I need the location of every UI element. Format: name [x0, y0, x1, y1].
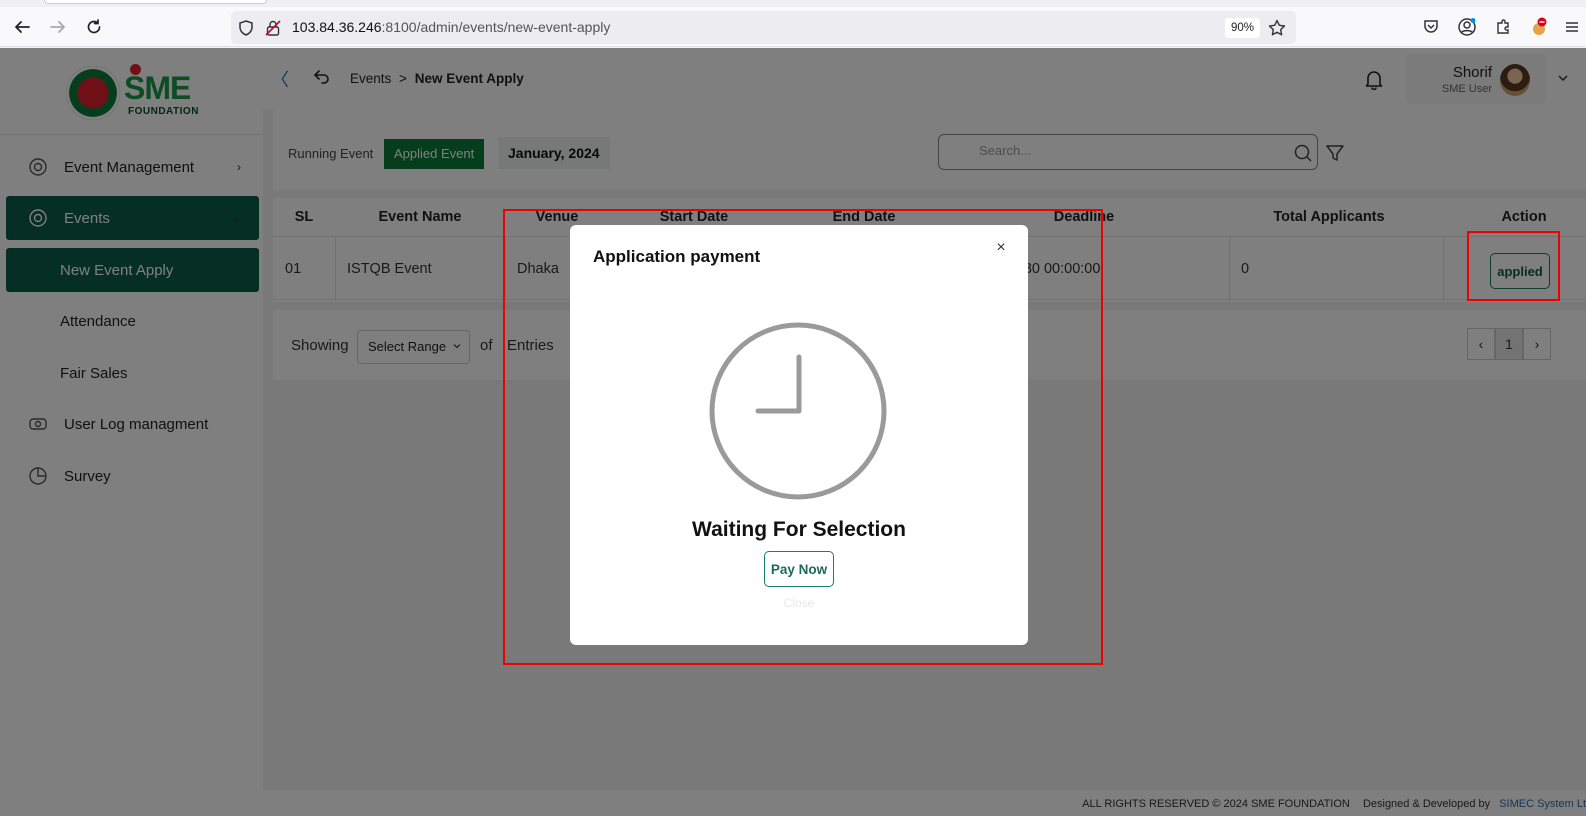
browser-toolbar: 103.84.36.246:8100/admin/events/new-even…: [0, 7, 1586, 47]
payment-modal: Application payment × Waiting For Select…: [570, 225, 1028, 645]
pay-now-button[interactable]: Pay Now: [764, 551, 834, 587]
clock-icon: [709, 322, 887, 500]
close-icon[interactable]: ×: [992, 239, 1010, 257]
zoom-level-badge[interactable]: 90%: [1225, 18, 1261, 38]
hamburger-menu-icon[interactable]: [1560, 15, 1584, 39]
url-text: 103.84.36.246:8100/admin/events/new-even…: [292, 19, 611, 35]
address-bar[interactable]: 103.84.36.246:8100/admin/events/new-even…: [231, 11, 1296, 44]
browser-tab-strip: [0, 0, 1586, 7]
bookmark-star-icon[interactable]: [1267, 18, 1287, 38]
account-icon[interactable]: [1455, 15, 1479, 39]
extensions-icon[interactable]: [1491, 15, 1515, 39]
reload-icon[interactable]: [82, 15, 106, 39]
addon-badge-icon[interactable]: [1527, 15, 1551, 39]
modal-title: Application payment: [593, 247, 761, 266]
shield-icon[interactable]: [237, 19, 255, 37]
pocket-icon[interactable]: [1419, 15, 1443, 39]
forward-arrow-icon[interactable]: [46, 15, 70, 39]
close-button[interactable]: Close: [570, 596, 1028, 610]
back-arrow-icon[interactable]: [10, 15, 34, 39]
annotation-box-action: [1467, 231, 1560, 301]
insecure-lock-icon[interactable]: [264, 19, 282, 37]
browser-tab[interactable]: [44, 0, 267, 4]
status-text: Waiting For Selection: [692, 518, 906, 541]
